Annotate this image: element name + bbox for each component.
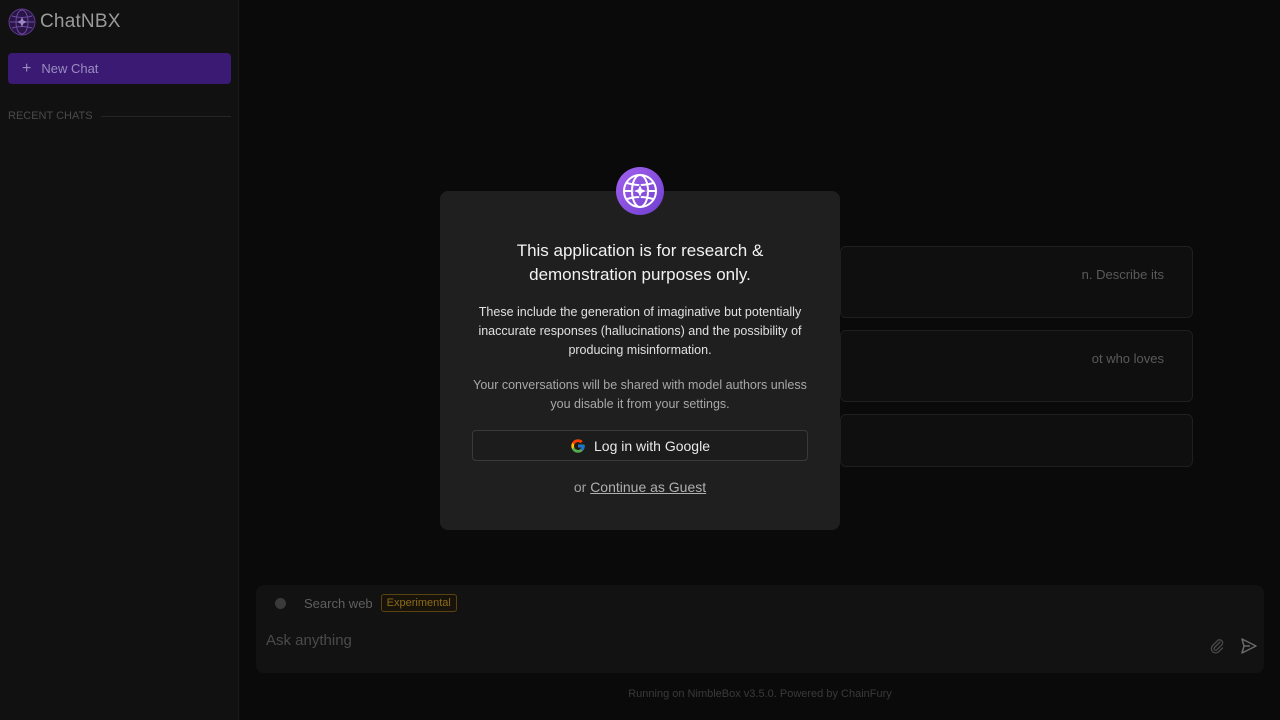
modal-overlay: This application is for research & demon… [0, 0, 1280, 720]
disclaimer-modal: This application is for research & demon… [440, 167, 840, 530]
modal-title: This application is for research & demon… [516, 241, 764, 284]
google-login-label: Log in with Google [594, 437, 710, 454]
google-icon [571, 438, 585, 453]
app: ChatNBX + New Chat RECENT CHATS n. Descr… [0, 0, 1280, 720]
continue-as-guest-link[interactable]: Continue as Guest [590, 479, 706, 495]
modal-body: These include the generation of imaginat… [478, 305, 802, 357]
globe-sparkle-icon [616, 167, 664, 215]
google-login-button[interactable]: Log in with Google [472, 430, 808, 461]
modal-note: Your conversations will be shared with m… [473, 378, 807, 411]
guest-row: or Continue as Guest [440, 479, 840, 495]
or-text: or [573, 479, 587, 495]
